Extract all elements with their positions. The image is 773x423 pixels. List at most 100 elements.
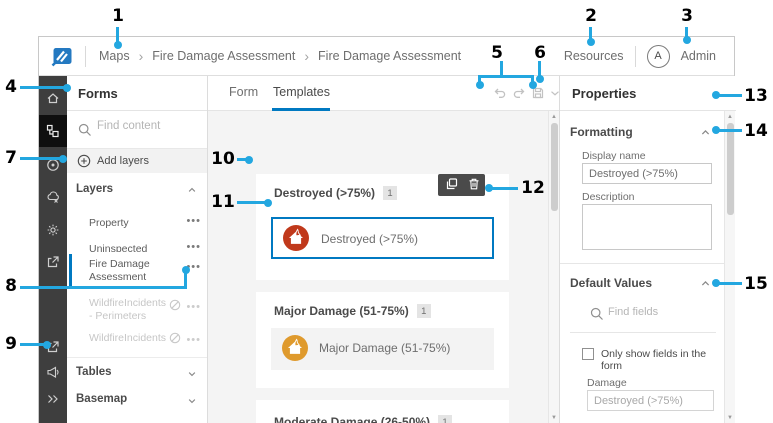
undo-button[interactable] [491,85,509,103]
template-card-label: Destroyed (>75%) [321,232,419,246]
default-values-collapse-button[interactable] [698,277,712,291]
template-group-title: Destroyed (>75%) [274,186,376,200]
template-card-destroyed[interactable]: Destroyed (>75%) [271,217,494,259]
sidebar-expand-button[interactable] [45,391,61,407]
default-values-section-title: Default Values [570,276,653,290]
basemap-section-header[interactable]: Basemap [67,385,207,411]
sidebar-settings-button[interactable] [45,222,61,238]
breadcrumb-separator-icon: › [138,48,144,64]
save-button[interactable] [529,85,547,103]
avatar[interactable]: A [646,44,670,68]
layer-overflow-menu-button[interactable]: ••• [186,301,201,313]
add-layers-button[interactable]: Add layers [67,149,207,173]
launch-icon [47,341,59,353]
section-divider [560,263,724,264]
description-label: Description [582,191,635,203]
find-content-search [67,111,207,149]
layer-label: WildfireIncidents - Perimeters [89,297,167,322]
sidebar-forms-button[interactable] [45,123,61,139]
properties-scrollbar[interactable]: ▲ ▼ [724,111,735,423]
callout-8: 8 [5,276,17,296]
template-card-major[interactable]: Major Damage (51-75%) [271,328,494,370]
forms-panel-title: Forms [78,86,118,101]
layer-item-property[interactable]: Property ••• [67,212,207,236]
sidebar-geofence-button[interactable] [45,157,61,173]
delete-icon [469,178,479,189]
callout-7: 7 [5,148,17,168]
only-show-fields-checkbox[interactable] [582,348,594,360]
chevron-up-icon [701,130,709,135]
tab-templates[interactable]: Templates [273,85,330,99]
chevron-up-icon [701,281,709,286]
offline-cloud-icon [47,191,59,203]
sidebar-offline-button[interactable] [45,189,61,205]
scrollbar-thumb[interactable] [727,123,734,215]
major-damage-symbol-icon [282,335,308,361]
layers-section-header[interactable]: Layers [67,179,207,201]
scroll-up-arrow[interactable]: ▲ [725,113,735,121]
chevron-down-icon [188,372,196,377]
breadcrumb-map-name[interactable]: Fire Damage Assessment [152,49,295,63]
layer-item-wildfire-incidents[interactable]: WildfireIncidents ••• [67,326,207,350]
layer-item-wildfire-perimeters[interactable]: WildfireIncidents - Perimeters ••• [67,294,207,328]
templates-list: Destroyed (>75%) 1 Destroyed (>75%) Majo… [208,111,548,423]
formatting-section-title: Formatting [570,125,633,139]
layer-overflow-menu-button[interactable]: ••• [186,215,201,227]
chevron-up-icon [188,187,196,192]
sidebar-feedback-button[interactable] [45,364,61,380]
basemap-section-title: Basemap [76,393,128,405]
user-menu[interactable]: Admin [681,49,716,63]
templates-scrollbar[interactable]: ▲ ▼ [548,111,559,423]
layer-item-fire-damage-assessment[interactable]: Fire Damage Assessment ••• [67,252,207,290]
damage-default-value-input[interactable] [587,390,714,411]
breadcrumb-current-page: Fire Damage Assessment [318,49,462,63]
app-logo-icon [51,48,72,67]
search-icon [78,123,91,136]
template-group-header: Destroyed (>75%) 1 [274,186,398,200]
undo-icon [494,88,506,98]
search-icon [590,307,603,320]
sidebar-share-button[interactable] [45,254,61,270]
megaphone-icon [47,366,59,378]
expand-double-chevron-icon [48,395,58,403]
redo-icon [513,88,525,98]
display-name-input[interactable] [582,163,712,184]
template-group-moderate: Moderate Damage (26-50%) 1 Moderate Dama… [256,400,509,423]
geofence-icon [47,159,59,171]
circle-plus-icon [77,154,91,168]
find-content-input[interactable] [97,120,197,132]
template-group-header: Major Damage (51-75%) 1 [274,304,431,318]
tables-section-header[interactable]: Tables [67,357,207,383]
resources-link[interactable]: Resources [564,49,624,63]
scroll-up-arrow[interactable]: ▲ [549,113,559,121]
tab-bar: Form Templates [208,76,559,111]
sidebar-rail [39,76,67,423]
scroll-down-arrow[interactable]: ▼ [725,414,735,422]
chevron-down-icon [188,399,196,404]
description-textarea[interactable] [582,204,712,250]
delete-template-button[interactable] [465,176,483,194]
scrollbar-thumb[interactable] [551,123,558,211]
layer-overflow-menu-button[interactable]: ••• [186,261,201,273]
template-count-badge: 1 [416,304,431,318]
layer-overflow-menu-button[interactable]: ••• [186,334,201,346]
breadcrumb-separator-icon: › [304,48,310,64]
formatting-collapse-button[interactable] [698,126,712,140]
callout-2: 2 [585,6,597,26]
callout-9: 9 [5,334,17,354]
destroyed-symbol-icon [283,225,309,251]
sidebar-home-button[interactable] [45,90,61,106]
damage-field-label: Damage [587,377,627,389]
prohibited-icon [169,332,181,344]
redo-button[interactable] [510,85,528,103]
template-group-header: Moderate Damage (26-50%) 1 [274,415,453,423]
breadcrumb-maps[interactable]: Maps [99,49,130,63]
scroll-down-arrow[interactable]: ▼ [549,414,559,422]
tab-form[interactable]: Form [229,85,258,99]
only-show-fields-label: Only show fields in the form [601,348,707,372]
properties-panel-title: Properties [572,86,637,101]
template-count-badge: 1 [438,415,453,423]
sidebar-launch-button[interactable] [45,339,61,355]
duplicate-template-button[interactable] [443,176,461,194]
find-fields-input[interactable] [608,306,708,318]
